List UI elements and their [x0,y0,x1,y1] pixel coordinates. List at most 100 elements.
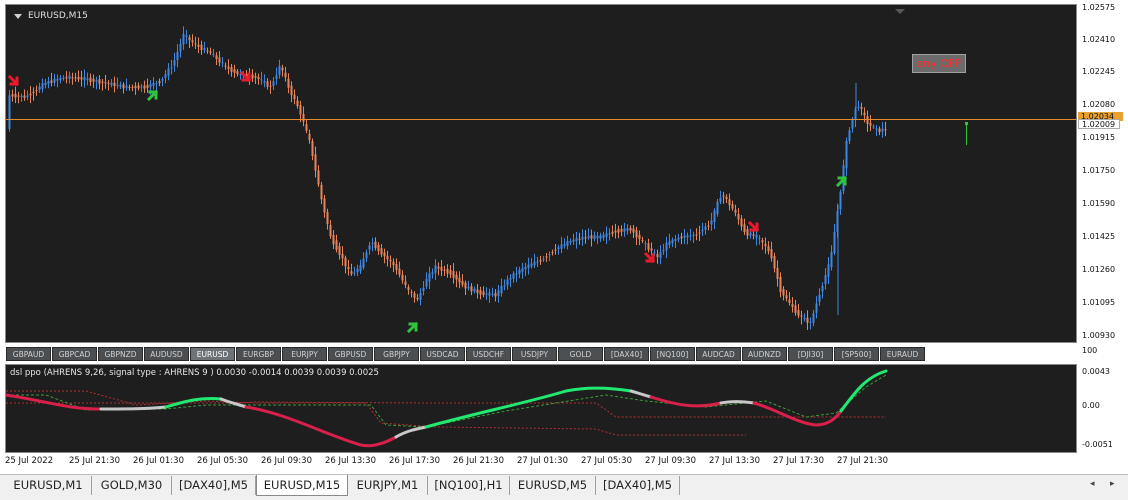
candle-body [671,239,674,244]
symbol-button-gbpaud[interactable]: GBPAUD [6,347,51,361]
candle-body [107,82,110,84]
buy-arrow-icon [406,321,419,334]
candle-body [557,247,560,250]
candle-body [257,76,260,80]
candle-body [491,293,494,295]
candle-body [764,243,767,247]
candle-body [416,297,419,300]
symbol-button-gbpcad[interactable]: GBPCAD [52,347,97,361]
chart-tab[interactable]: [NQ100],H1 [428,476,510,495]
candle-body [863,112,866,116]
shift-marker-icon[interactable] [895,9,905,14]
candle-body [14,93,17,98]
candle-body [800,315,803,317]
symbol-button-gbpjpy[interactable]: GBPJPY [374,347,419,361]
price-axis-label: 1.01590 [1082,199,1116,208]
candle-body [758,237,761,239]
symbol-button-audusd[interactable]: AUDUSD [144,347,189,361]
symbol-button-gold[interactable]: GOLD [558,347,603,361]
tab-next-icon[interactable]: ▸ [1110,479,1115,489]
terminal-window: EURUSD,M15 any OFF GBPAUD GBPCAD GBPNZD AUD… [0,0,1128,474]
candle-body [29,93,32,96]
symbol-button-dji30[interactable]: [DJI30] [788,347,833,361]
chart-tab[interactable]: EURUSD,M15 [256,475,348,496]
candle-body [179,43,182,52]
chart-tab[interactable]: EURUSD,M1 [5,476,92,495]
candle-body [365,252,368,259]
tab-prev-icon[interactable]: ◂ [1090,479,1095,489]
chart-tab[interactable]: [DAX40],M5 [596,476,680,495]
symbol-button-eurusd[interactable]: EURUSD [190,347,235,361]
candle-body [680,236,683,239]
candle-body [524,266,527,270]
chart-tab[interactable]: EURUSD,M5 [510,476,596,495]
indicator-main-line [649,395,723,408]
candle-body [734,209,737,213]
symbol-button-gbpusd[interactable]: GBPUSD [328,347,373,361]
symbol-button-nq100[interactable]: [NQ100] [650,347,695,361]
chart-tab[interactable]: [DAX40],M5 [172,476,256,495]
candle-body [122,84,125,89]
candle-body [614,230,617,233]
candle-body [311,140,314,157]
candle-body [266,81,269,87]
candle-body [545,256,548,258]
time-axis-label: 25 Jul 21:30 [69,456,120,466]
chart-tab[interactable]: GOLD,M30 [92,476,172,495]
candle-body [164,74,167,78]
chart-menu-triangle-icon[interactable] [14,14,22,19]
price-axis-label: 1.01095 [1082,298,1116,307]
candle-body [299,105,302,115]
symbol-button-gbpnzd[interactable]: GBPNZD [98,347,143,361]
candle-body [167,68,170,76]
candle-body [497,290,500,297]
candle-body [38,86,41,90]
symbol-button-eurjpy[interactable]: EURJPY [282,347,327,361]
candle-body [197,44,200,47]
symbol-button-euraud[interactable]: EURAUD [880,347,925,361]
candle-body [719,197,722,202]
candle-body [569,241,572,243]
candle-body [83,77,86,81]
candle-body [479,290,482,295]
symbol-button-usdchf[interactable]: USDCHF [466,347,511,361]
candle-body [455,274,458,280]
candle-body [815,303,818,313]
indicator-main-line [99,405,168,411]
candle-body [215,55,218,60]
chart-tab[interactable]: EURJPY,M1 [348,476,428,495]
symbol-button-usdjpy[interactable]: USDJPY [512,347,557,361]
candle-body [269,85,272,87]
price-chart[interactable]: EURUSD,M15 any OFF [5,4,1077,343]
time-axis-label: 27 Jul 01:30 [517,456,568,466]
candle-body [626,228,629,231]
candle-body [155,83,158,85]
symbol-button-audcad[interactable]: AUDCAD [696,347,741,361]
candle-body [554,249,557,251]
candle-body [284,72,287,78]
price-axis-label: 1.02575 [1082,3,1116,12]
symbol-button-eurgbp[interactable]: EURGBP [236,347,281,361]
indicator-main-line [839,369,888,413]
candle-body [317,170,320,185]
indicator-main-line [629,389,653,399]
indicator-window[interactable]: dsl ppo (AHRENS 9,26, signal type : AHRE… [5,364,1077,453]
candle-body [635,230,638,238]
candle-body [161,79,164,81]
symbol-button-sp500[interactable]: [SP500] [834,347,879,361]
candle-body [452,271,455,278]
candle-body [833,231,836,254]
candle-body [158,80,161,84]
candle-body [638,234,641,240]
symbol-button-usdcad[interactable]: USDCAD [420,347,465,361]
candle-body [359,265,362,272]
candle-body [785,295,788,299]
candle-body [845,141,848,169]
symbol-button-dax40[interactable]: [DAX40] [604,347,649,361]
buy-arrow-icon [146,89,159,102]
candle-body [395,264,398,270]
candle-body [233,69,236,73]
symbol-button-audnzd[interactable]: AUDNZD [742,347,787,361]
any-off-button[interactable]: any OFF [912,54,966,73]
indicator-plot [6,369,888,448]
